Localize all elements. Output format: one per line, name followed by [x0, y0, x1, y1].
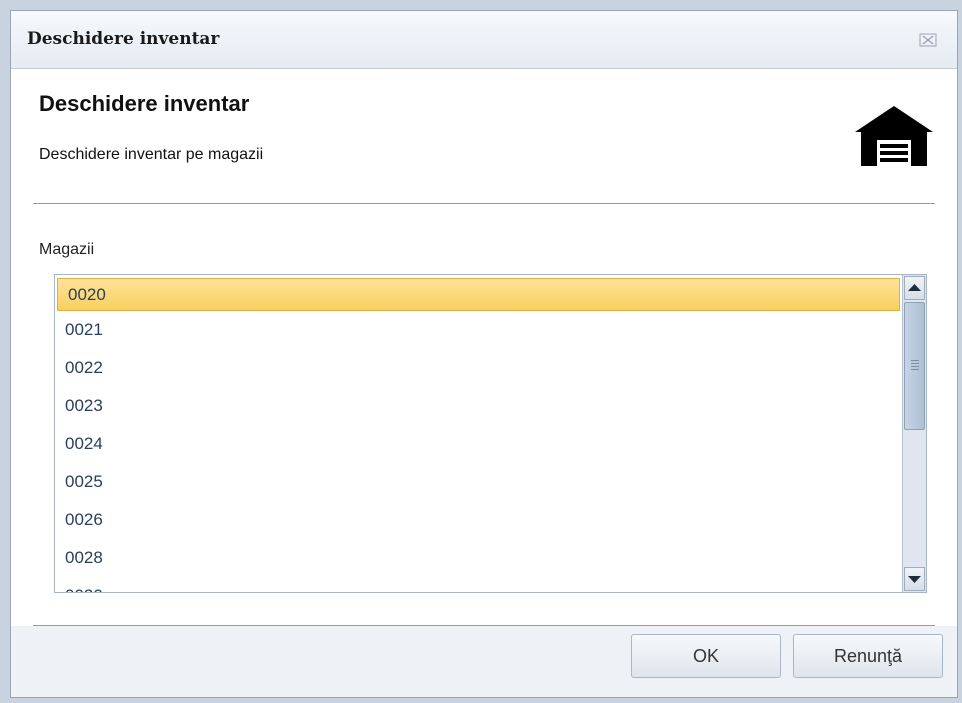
list-items: 0020 0021 0022 0023 0024 0025 0026 0028 … — [55, 275, 902, 592]
scroll-thumb[interactable] — [904, 302, 925, 430]
arrow-up-icon — [908, 284, 921, 291]
list-item[interactable]: 0024 — [55, 425, 902, 463]
vertical-scrollbar[interactable] — [902, 275, 926, 592]
cancel-button[interactable]: Renunţă — [793, 634, 943, 678]
header-subtitle: Deschidere inventar pe magazii — [39, 146, 264, 163]
scroll-up-button[interactable] — [904, 276, 925, 300]
list-item[interactable]: 0022 — [55, 349, 902, 387]
header-separator — [33, 203, 935, 204]
title-bar[interactable]: Deschidere inventar — [11, 11, 957, 69]
list-item[interactable]: 0026 — [55, 501, 902, 539]
list-item[interactable]: 0025 — [55, 463, 902, 501]
arrow-down-icon — [908, 576, 921, 583]
list-item-selected[interactable]: 0020 — [57, 278, 900, 311]
list-item[interactable]: 0023 — [55, 387, 902, 425]
ok-button[interactable]: OK — [631, 634, 781, 678]
dialog-window: Deschidere inventar Deschidere inventar … — [10, 10, 958, 698]
list-item[interactable]: 0028 — [55, 539, 902, 577]
header-panel: Deschidere inventar Deschidere inventar … — [11, 69, 957, 204]
close-icon[interactable] — [917, 29, 939, 51]
window-title: Deschidere inventar — [27, 29, 220, 49]
magazii-listbox[interactable]: 0020 0021 0022 0023 0024 0025 0026 0028 … — [54, 274, 927, 593]
list-item[interactable]: 0030 — [55, 577, 902, 592]
magazii-label: Magazii — [39, 241, 95, 258]
warehouse-icon — [853, 104, 935, 168]
scroll-down-button[interactable] — [904, 567, 925, 591]
grip-icon — [911, 360, 919, 372]
header-title: Deschidere inventar — [39, 91, 250, 116]
list-item[interactable]: 0021 — [55, 311, 902, 349]
